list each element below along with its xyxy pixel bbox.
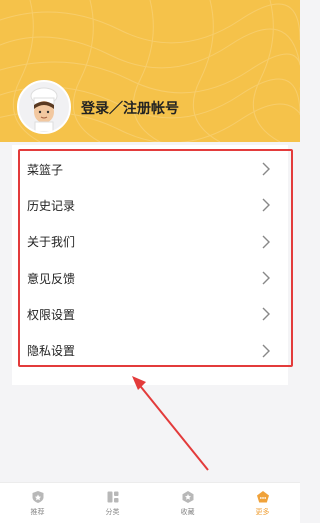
chef-avatar-icon [30, 87, 58, 132]
tab-label: 推荐 [30, 507, 45, 516]
menu-item-basket[interactable]: 菜篮子 [20, 151, 291, 187]
menu-item-feedback[interactable]: 意见反馈 [20, 260, 291, 296]
menu-item-label: 隐私设置 [27, 344, 76, 359]
star-icon [182, 490, 193, 503]
tab-label: 收藏 [180, 507, 195, 516]
menu-item-label: 菜篮子 [27, 162, 64, 177]
menu-item-permissions[interactable]: 权限设置 [20, 296, 291, 332]
tab-category[interactable]: 分类 [75, 483, 150, 523]
tab-favorites[interactable]: 收藏 [150, 483, 225, 523]
chevron-right-icon [262, 162, 270, 176]
chevron-right-icon [262, 198, 270, 212]
login-register-link[interactable]: 登录／注册帐号 [81, 98, 179, 118]
menu-item-privacy[interactable]: 隐私设置 [20, 332, 291, 368]
menu-item-about[interactable]: 关于我们 [20, 224, 291, 260]
bottom-tab-bar: 推荐 分类 收藏 更多 [0, 482, 300, 523]
profile-section[interactable]: 登录／注册帐号 [17, 80, 179, 134]
tab-recommend[interactable]: 推荐 [0, 483, 75, 523]
menu-item-label: 历史记录 [27, 198, 76, 213]
chevron-right-icon [262, 344, 270, 358]
menu-item-label: 关于我们 [27, 235, 76, 250]
menu-item-label: 权限设置 [27, 307, 76, 322]
avatar[interactable] [17, 80, 71, 134]
shield-icon [32, 490, 43, 503]
chevron-right-icon [262, 271, 270, 285]
tab-label: 更多 [255, 507, 270, 516]
menu-item-label: 意见反馈 [27, 271, 76, 286]
menu-list: 菜篮子 历史记录 关于我们 意见反馈 权限设置 隐私设置 [18, 149, 293, 367]
chevron-right-icon [262, 235, 270, 249]
category-icon [107, 491, 118, 502]
tab-more[interactable]: 更多 [225, 483, 300, 523]
more-icon [256, 490, 269, 502]
tab-label: 分类 [105, 507, 120, 516]
chevron-right-icon [262, 307, 270, 321]
menu-item-history[interactable]: 历史记录 [20, 187, 291, 223]
